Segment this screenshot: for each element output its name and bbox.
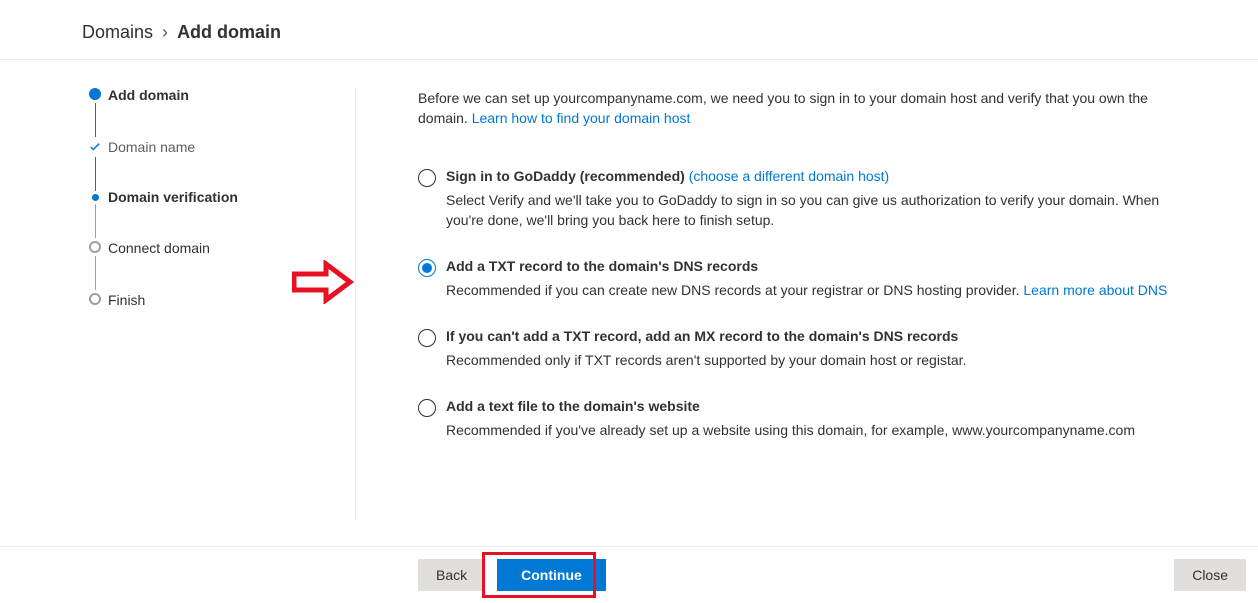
- choose-host-link[interactable]: (choose a different domain host): [689, 168, 890, 184]
- breadcrumb-domains[interactable]: Domains: [82, 22, 153, 42]
- option-description: Recommended if you've already set up a w…: [446, 420, 1135, 440]
- option-text-file[interactable]: Add a text file to the domain's website …: [418, 398, 1198, 440]
- learn-find-host-link[interactable]: Learn how to find your domain host: [472, 110, 691, 126]
- step-connect-domain[interactable]: Connect domain: [108, 241, 210, 255]
- step-indicator-icon: [89, 293, 101, 305]
- option-description: Recommended only if TXT records aren't s…: [446, 350, 966, 370]
- step-indicator-icon: [89, 88, 101, 100]
- breadcrumb-separator: ›: [158, 22, 172, 42]
- step-domain-name[interactable]: Domain name: [108, 140, 195, 154]
- footer-actions: Back Continue Close: [0, 546, 1258, 603]
- option-title: Sign in to GoDaddy (recommended): [446, 168, 685, 184]
- option-title: If you can't add a TXT record, add an MX…: [446, 328, 966, 344]
- step-add-domain[interactable]: Add domain: [108, 88, 189, 102]
- option-txt-record[interactable]: Add a TXT record to the domain's DNS rec…: [418, 258, 1198, 300]
- option-description: Recommended if you can create new DNS re…: [446, 280, 1167, 300]
- step-indicator-icon: [89, 241, 101, 253]
- learn-dns-link[interactable]: Learn more about DNS: [1023, 282, 1167, 298]
- breadcrumb-current: Add domain: [177, 22, 281, 42]
- breadcrumb: Domains › Add domain: [0, 0, 1258, 60]
- main-content: Before we can set up yourcompanyname.com…: [356, 88, 1258, 520]
- radio-icon[interactable]: [418, 259, 436, 277]
- radio-icon[interactable]: [418, 329, 436, 347]
- wizard-steps-sidebar: Add domain Domain name Domain verificati…: [0, 88, 356, 520]
- intro-text: Before we can set up yourcompanyname.com…: [418, 88, 1178, 128]
- option-mx-record[interactable]: If you can't add a TXT record, add an MX…: [418, 328, 1198, 370]
- step-indicator-icon: [92, 194, 99, 201]
- radio-icon[interactable]: [418, 169, 436, 187]
- annotation-arrow-icon: [292, 260, 354, 304]
- step-domain-verification[interactable]: Domain verification: [108, 190, 238, 204]
- continue-button[interactable]: Continue: [497, 559, 606, 591]
- checkmark-icon: [88, 140, 102, 154]
- option-title: Add a TXT record to the domain's DNS rec…: [446, 258, 1167, 274]
- close-button[interactable]: Close: [1174, 559, 1246, 591]
- step-finish[interactable]: Finish: [108, 293, 145, 307]
- option-title: Add a text file to the domain's website: [446, 398, 1135, 414]
- option-godaddy[interactable]: Sign in to GoDaddy (recommended) (choose…: [418, 168, 1198, 230]
- radio-icon[interactable]: [418, 399, 436, 417]
- option-description: Select Verify and we'll take you to GoDa…: [446, 190, 1198, 230]
- back-button[interactable]: Back: [418, 559, 485, 591]
